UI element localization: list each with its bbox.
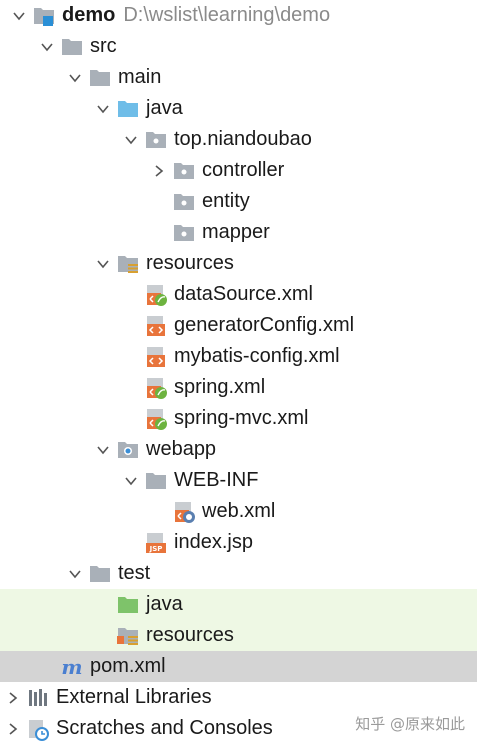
folder-icon [88,66,112,90]
svg-text:m: m [61,655,82,679]
tree-label-mapper: mapper [202,221,270,243]
chevron-down-icon[interactable] [122,124,140,155]
tree-row-webxml[interactable]: web.xml [0,496,477,527]
tree-row-main[interactable]: main [0,62,477,93]
tree-label-webxml: web.xml [202,500,276,522]
package-icon [172,190,196,214]
tree-row-demo[interactable]: demo D:\wslist\learning\demo [0,0,477,31]
spring-xml-icon [144,407,168,431]
project-path: D:\wslist\learning\demo [123,4,331,26]
chevron-down-icon[interactable] [66,62,84,93]
tree-row-webinf[interactable]: WEB-INF [0,465,477,496]
tree-label-java: java [146,97,183,119]
tree-row-package[interactable]: top.niandoubao [0,124,477,155]
xml-file-icon [144,345,168,369]
module-folder-icon [32,4,56,28]
tree-label-test-resources: resources [146,624,234,646]
tree-row-file[interactable]: dataSource.xml [0,279,477,310]
web-folder-icon [116,438,140,462]
tree-label-test-java: java [146,593,183,615]
tree-label-test: test [118,562,151,584]
tree-label-controller: controller [202,159,285,181]
spring-xml-icon [144,376,168,400]
tree-label-file: generatorConfig.xml [174,314,355,336]
tree-row-pom[interactable]: m pom.xml [0,651,477,682]
tree-row-controller[interactable]: controller [0,155,477,186]
package-icon [144,128,168,152]
tree-row-webapp[interactable]: webapp [0,434,477,465]
chevron-down-icon[interactable] [66,558,84,589]
folder-icon [144,469,168,493]
tree-row-test[interactable]: test [0,558,477,589]
tree-row-file[interactable]: spring-mvc.xml [0,403,477,434]
folder-icon [88,562,112,586]
chevron-down-icon[interactable] [38,31,56,62]
xml-file-icon [144,314,168,338]
tree-label-webapp: webapp [146,438,217,460]
tree-row-mapper[interactable]: mapper [0,217,477,248]
tree-label-main: main [118,66,162,88]
watermark: 知乎 @原来如此 [355,715,465,733]
source-folder-icon [116,97,140,121]
tree-label-resources: resources [146,252,234,274]
libraries-icon [26,686,50,710]
jsp-file-icon: JSP [144,531,168,555]
tree-row-java[interactable]: java [0,93,477,124]
chevron-down-icon[interactable] [94,93,112,124]
tree-row-entity[interactable]: entity [0,186,477,217]
spring-xml-icon [144,283,168,307]
package-icon [172,221,196,245]
tree-row-file[interactable]: mybatis-config.xml [0,341,477,372]
project-name: demo [62,4,116,26]
tree-label-webinf: WEB-INF [174,469,259,491]
tree-row-external-libraries[interactable]: External Libraries [0,682,477,713]
tree-row-resources[interactable]: resources [0,248,477,279]
chevron-right-icon[interactable] [150,155,168,186]
chevron-right-icon[interactable] [4,713,22,744]
tree-row-file[interactable]: spring.xml [0,372,477,403]
chevron-down-icon[interactable] [122,465,140,496]
test-resources-folder-icon [116,624,140,648]
web-xml-icon [172,500,196,524]
tree-label-entity: entity [202,190,250,212]
project-tree: demo D:\wslist\learning\demo src main ja… [0,0,477,744]
svg-text:JSP: JSP [149,545,163,553]
chevron-down-icon[interactable] [10,0,28,31]
tree-row-file[interactable]: generatorConfig.xml [0,310,477,341]
tree-label-file: spring.xml [174,376,266,398]
tree-label-file: dataSource.xml [174,283,313,305]
package-icon [172,159,196,183]
chevron-down-icon[interactable] [94,248,112,279]
tree-label-scratches: Scratches and Consoles [56,717,273,739]
tree-label-file: spring-mvc.xml [174,407,309,429]
test-folder-icon [116,593,140,617]
tree-row-test-resources[interactable]: resources [0,620,477,651]
tree-row-indexjsp[interactable]: JSP index.jsp [0,527,477,558]
tree-label-file: mybatis-config.xml [174,345,340,367]
tree-label-external-libraries: External Libraries [56,686,212,708]
tree-label-indexjsp: index.jsp [174,531,253,553]
folder-icon [60,35,84,59]
scratches-icon [26,717,50,741]
tree-label-src: src [90,35,117,57]
tree-label-pom: pom.xml [90,655,166,677]
resources-folder-icon [116,252,140,276]
maven-icon: m [60,655,84,679]
tree-row-test-java[interactable]: java [0,589,477,620]
chevron-right-icon[interactable] [4,682,22,713]
tree-row-src[interactable]: src [0,31,477,62]
tree-label-package: top.niandoubao [174,128,312,150]
chevron-down-icon[interactable] [94,434,112,465]
